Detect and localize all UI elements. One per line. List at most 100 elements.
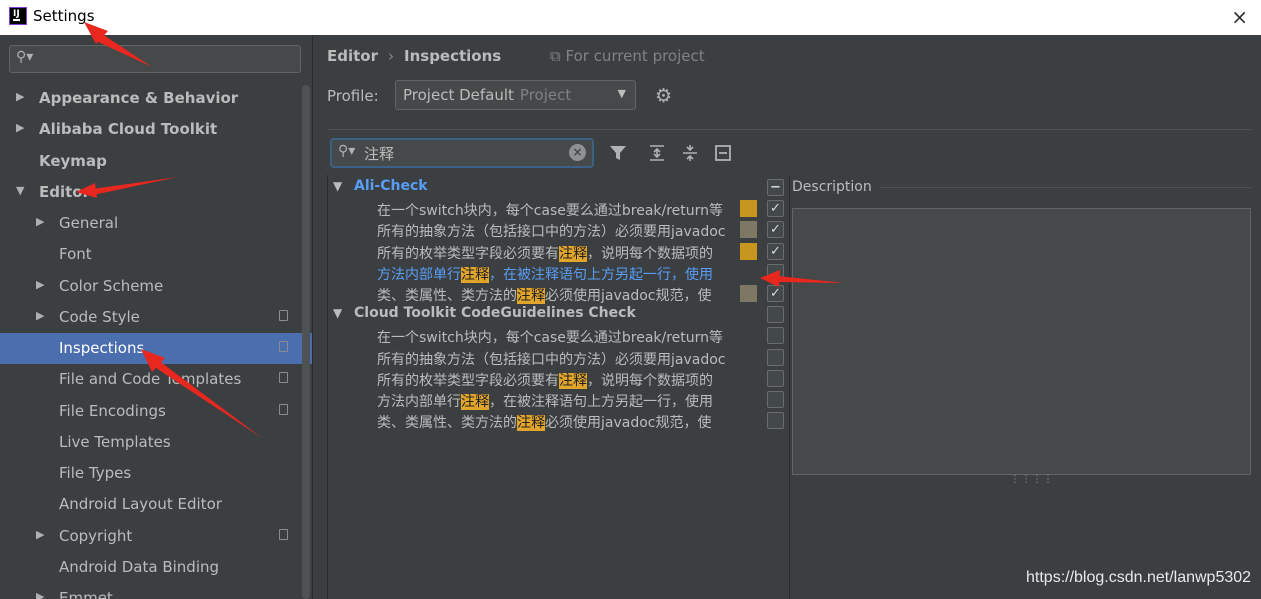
inspection-row[interactable]: 所有的枚举类型字段必须要有注释，说明每个数据项的 ✓ bbox=[327, 241, 789, 262]
resize-grip-icon[interactable]: ⋮⋮⋮⋮ bbox=[1010, 474, 1054, 485]
chevron-down-icon[interactable]: ▼ bbox=[16, 184, 24, 197]
inspection-tree: ▼ Ali-Check − 在一个switch块内，每个case要么通过break/r… bbox=[327, 175, 789, 599]
inspection-label: 在一个switch块内，每个case要么通过break/return等 bbox=[377, 203, 724, 220]
severity-color-swatch bbox=[740, 200, 757, 218]
sidebar-item-general[interactable]: ▶ General bbox=[0, 208, 312, 239]
project-scope-icon bbox=[279, 372, 288, 384]
intellij-app-icon: IJ bbox=[9, 7, 27, 25]
inspection-checkbox[interactable]: ✓ bbox=[767, 200, 784, 218]
search-icon: ⚲▾ bbox=[16, 49, 34, 65]
reset-icon[interactable] bbox=[714, 144, 732, 166]
inspection-checkbox[interactable]: ✓ bbox=[767, 221, 784, 239]
sidebar-item-inspections[interactable]: Inspections bbox=[0, 333, 312, 364]
sidebar-item-keymap[interactable]: Keymap bbox=[0, 146, 312, 177]
inspection-label: 所有的枚举类型字段必须要有注释，说明每个数据项的 bbox=[377, 372, 713, 389]
sidebar-item-font[interactable]: Font bbox=[0, 239, 312, 270]
inspection-checkbox[interactable] bbox=[767, 263, 784, 281]
inspection-checkbox[interactable]: ✓ bbox=[767, 242, 784, 260]
sidebar-item-appearance-behavior[interactable]: ▶ Appearance & Behavior bbox=[0, 83, 312, 114]
chevron-right-icon[interactable]: ▶ bbox=[36, 278, 44, 291]
description-separator bbox=[879, 187, 1251, 188]
inspection-row[interactable]: 方法内部单行注释，在被注释语句上方另起一行，使用 bbox=[327, 389, 789, 410]
inspection-group-name: Ali-Check bbox=[354, 178, 428, 194]
sidebar-item-file-encodings[interactable]: File Encodings bbox=[0, 396, 312, 427]
separator bbox=[327, 129, 1251, 130]
settings-search-input[interactable]: ⚲▾ bbox=[9, 45, 301, 73]
sidebar-item-android-layout-editor[interactable]: Android Layout Editor bbox=[0, 489, 312, 520]
sidebar-item-label: Font bbox=[59, 245, 92, 264]
watermark: https://blog.csdn.net/lanwp5302 bbox=[1026, 569, 1252, 586]
severity-color-swatch bbox=[740, 285, 757, 302]
inspection-filter-input[interactable]: ⚲▾ 注释 × bbox=[330, 138, 594, 168]
sidebar-item-code-style[interactable]: ▶ Code Style bbox=[0, 302, 312, 333]
inspection-group-name: Cloud Toolkit CodeGuidelines Check bbox=[354, 305, 636, 322]
collapse-all-icon[interactable] bbox=[681, 144, 699, 166]
sidebar-item-live-templates[interactable]: Live Templates bbox=[0, 427, 312, 458]
chevron-right-icon[interactable]: ▶ bbox=[36, 590, 44, 599]
sidebar-item-android-data-binding[interactable]: Android Data Binding bbox=[0, 552, 312, 583]
project-scope-icon bbox=[279, 403, 288, 415]
breadcrumb-editor[interactable]: Editor bbox=[327, 47, 378, 65]
inspection-group[interactable]: ▼ Cloud Toolkit CodeGuidelines Check bbox=[327, 304, 789, 325]
breadcrumb-inspections: Inspections bbox=[404, 47, 502, 65]
sidebar-item-emmet[interactable]: ▶ Emmet bbox=[0, 583, 312, 599]
sidebar-item-label: Copyright bbox=[59, 526, 133, 545]
chevron-down-icon: ▼ bbox=[617, 87, 626, 100]
severity-color-swatch bbox=[740, 242, 757, 260]
inspection-checkbox[interactable] bbox=[767, 348, 784, 366]
sidebar-item-label: Appearance & Behavior bbox=[39, 89, 239, 107]
filter-value: 注释 bbox=[364, 145, 395, 163]
inspection-label: 方法内部单行注释，在被注释语句上方另起一行，使用 bbox=[377, 266, 713, 283]
inspection-checkbox[interactable] bbox=[767, 412, 784, 430]
splitter[interactable] bbox=[789, 175, 790, 599]
chevron-right-icon[interactable]: ▶ bbox=[36, 309, 44, 322]
chevron-right-icon[interactable]: ▶ bbox=[16, 90, 24, 103]
sidebar-item-color-scheme[interactable]: ▶ Color Scheme bbox=[0, 271, 312, 302]
funnel-icon[interactable] bbox=[609, 144, 627, 166]
inspection-checkbox[interactable]: ✓ bbox=[767, 285, 784, 302]
sidebar-scrollbar[interactable] bbox=[302, 85, 310, 599]
profile-dropdown[interactable]: Project Default Project ▼ bbox=[395, 80, 636, 110]
sidebar-item-label: Color Scheme bbox=[59, 276, 164, 295]
inspection-row[interactable]: 所有的抽象方法（包括接口中的方法）必须要用javadoc bbox=[327, 347, 789, 368]
inspection-checkbox[interactable] bbox=[767, 391, 784, 408]
group-checkbox[interactable]: − bbox=[767, 179, 784, 196]
inspection-label: 类、类属性、类方法的注释必须使用javadoc规范，使 bbox=[377, 288, 712, 304]
sidebar-item-label: General bbox=[59, 214, 119, 232]
sidebar-item-file-and-code-templates[interactable]: File and Code Templates bbox=[0, 364, 312, 395]
search-match-highlight: 注释 bbox=[559, 245, 587, 262]
close-icon[interactable]: × bbox=[1231, 5, 1248, 29]
severity-color-swatch bbox=[740, 221, 757, 239]
gear-icon[interactable]: ⚙ bbox=[655, 85, 672, 107]
title-bar: IJ Settings × bbox=[0, 0, 1261, 35]
sidebar-item-editor[interactable]: ▼ Editor bbox=[0, 177, 312, 208]
inspection-row[interactable]: 方法内部单行注释，在被注释语句上方另起一行，使用 bbox=[327, 262, 789, 283]
sidebar-item-file-types[interactable]: File Types bbox=[0, 458, 312, 489]
clear-icon[interactable]: × bbox=[569, 144, 586, 161]
sidebar-item-alibaba-cloud-toolkit[interactable]: ▶ Alibaba Cloud Toolkit bbox=[0, 114, 312, 145]
sidebar-item-label: Live Templates bbox=[59, 432, 171, 451]
chevron-down-icon[interactable]: ▼ bbox=[333, 306, 342, 320]
inspection-checkbox[interactable] bbox=[767, 369, 784, 387]
chevron-right-icon[interactable]: ▶ bbox=[36, 215, 44, 228]
sidebar-item-label: Alibaba Cloud Toolkit bbox=[39, 120, 218, 139]
inspection-checkbox[interactable] bbox=[767, 327, 784, 345]
list-border bbox=[327, 175, 328, 599]
sidebar-item-copyright[interactable]: ▶ Copyright bbox=[0, 521, 312, 552]
chevron-right-icon[interactable]: ▶ bbox=[16, 121, 24, 134]
inspection-row[interactable]: 在一个switch块内，每个case要么通过break/return等 bbox=[327, 325, 789, 346]
chevron-right-icon[interactable]: ▶ bbox=[36, 528, 44, 541]
inspection-row[interactable]: 类、类属性、类方法的注释必须使用javadoc规范，使 bbox=[327, 410, 789, 432]
sidebar-item-label: Android Layout Editor bbox=[59, 495, 222, 514]
inspection-row[interactable]: 所有的枚举类型字段必须要有注释，说明每个数据项的 bbox=[327, 368, 789, 389]
chevron-down-icon[interactable]: ▼ bbox=[333, 179, 342, 193]
sidebar-item-label: File Types bbox=[59, 464, 132, 482]
inspection-row[interactable]: 所有的抽象方法（包括接口中的方法）必须要用javadoc ✓ bbox=[327, 219, 789, 240]
inspection-row[interactable]: 在一个switch块内，每个case要么通过break/return等 ✓ bbox=[327, 198, 789, 219]
group-checkbox[interactable] bbox=[767, 306, 784, 324]
inspection-group[interactable]: ▼ Ali-Check − bbox=[327, 177, 789, 198]
inspection-row[interactable]: 类、类属性、类方法的注释必须使用javadoc规范，使 ✓ bbox=[327, 283, 789, 304]
breadcrumb-separator: › bbox=[388, 47, 394, 65]
expand-all-icon[interactable] bbox=[648, 144, 666, 166]
profile-label: Profile: bbox=[327, 87, 379, 105]
